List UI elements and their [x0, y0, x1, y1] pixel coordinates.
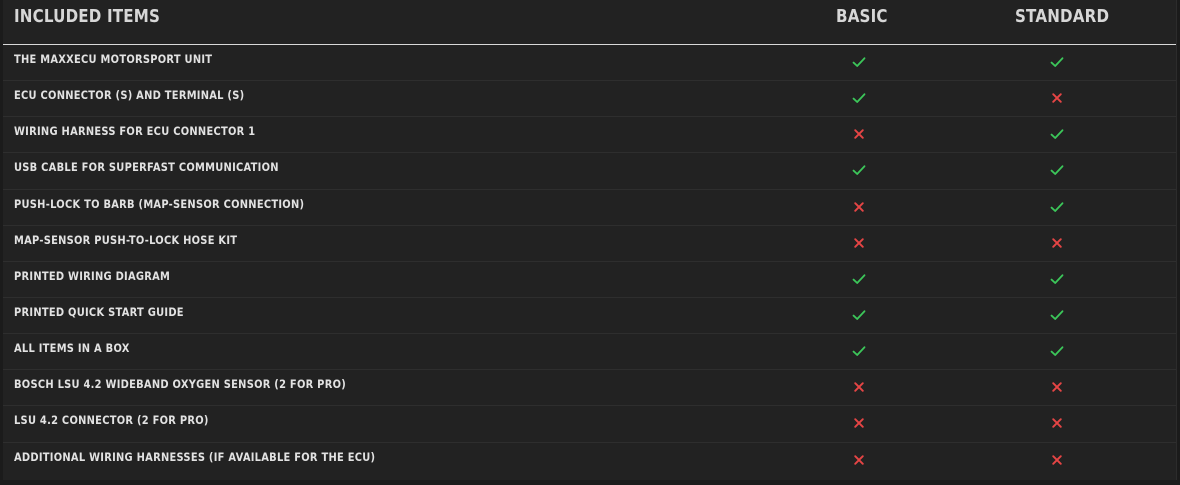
comparison-table: INCLUDED ITEMS BASIC STANDARD THE MAXXEC…	[3, 0, 1177, 480]
check-icon	[1049, 343, 1065, 359]
header-included-items: INCLUDED ITEMS	[14, 6, 161, 27]
table-row: PRINTED QUICK START GUIDE	[3, 298, 1176, 335]
row-label: PUSH-LOCK TO BARB (MAP-SENSOR CONNECTION…	[14, 196, 305, 211]
check-icon	[1049, 162, 1065, 178]
cross-icon	[851, 415, 867, 431]
table-row: PRINTED WIRING DIAGRAM	[3, 262, 1176, 298]
cross-icon	[851, 126, 867, 142]
check-icon	[1049, 307, 1065, 323]
check-icon	[851, 162, 867, 178]
table-row: USB CABLE FOR SUPERFAST COMMUNICATION	[3, 153, 1176, 190]
cross-icon	[1049, 90, 1065, 106]
check-icon	[1049, 199, 1065, 215]
check-icon	[851, 54, 867, 70]
table-row: BOSCH LSU 4.2 WIDEBAND OXYGEN SENSOR (2 …	[3, 370, 1176, 407]
header-basic: BASIC	[836, 6, 888, 27]
table-row: ALL ITEMS IN A BOX	[3, 334, 1176, 371]
check-icon	[851, 271, 867, 287]
check-icon	[1049, 271, 1065, 287]
check-icon	[1049, 54, 1065, 70]
cross-icon	[1049, 415, 1065, 431]
cross-icon	[851, 199, 867, 215]
cross-icon	[1049, 452, 1065, 468]
row-label: MAP-SENSOR PUSH-TO-LOCK HOSE KIT	[14, 232, 238, 247]
check-icon	[851, 343, 867, 359]
row-label: ALL ITEMS IN A BOX	[14, 341, 130, 356]
table-row: PUSH-LOCK TO BARB (MAP-SENSOR CONNECTION…	[3, 190, 1176, 226]
table-row: LSU 4.2 CONNECTOR (2 FOR PRO)	[3, 406, 1176, 443]
page: INCLUDED ITEMS BASIC STANDARD THE MAXXEC…	[0, 0, 1180, 485]
cross-icon	[1049, 235, 1065, 251]
row-label: THE MAXXECU MOTORSPORT UNIT	[14, 52, 213, 66]
row-label: USB CABLE FOR SUPERFAST COMMUNICATION	[14, 160, 279, 175]
cross-icon	[851, 235, 867, 251]
row-label: ADDITIONAL WIRING HARNESSES (IF AVAILABL…	[14, 449, 376, 464]
check-icon	[1049, 126, 1065, 142]
table-row: THE MAXXECU MOTORSPORT UNIT	[3, 45, 1176, 82]
cross-icon	[1049, 379, 1065, 395]
header-standard: STANDARD	[1015, 6, 1110, 27]
table-row: ADDITIONAL WIRING HARNESSES (IF AVAILABL…	[3, 443, 1176, 479]
table-row: MAP-SENSOR PUSH-TO-LOCK HOSE KIT	[3, 226, 1176, 262]
row-label: BOSCH LSU 4.2 WIDEBAND OXYGEN SENSOR (2 …	[14, 377, 347, 392]
table-row: WIRING HARNESS FOR ECU CONNECTOR 1	[3, 117, 1176, 154]
row-label: LSU 4.2 CONNECTOR (2 FOR PRO)	[14, 413, 209, 428]
check-icon	[851, 90, 867, 106]
cross-icon	[851, 452, 867, 468]
check-icon	[851, 307, 867, 323]
row-label: ECU CONNECTOR (S) AND TERMINAL (S)	[14, 88, 245, 103]
row-label: WIRING HARNESS FOR ECU CONNECTOR 1	[14, 124, 256, 139]
table-header: INCLUDED ITEMS BASIC STANDARD	[3, 0, 1176, 45]
table-body: THE MAXXECU MOTORSPORT UNIT ECU CONNECTOR…	[3, 45, 1176, 479]
table-row: ECU CONNECTOR (S) AND TERMINAL (S)	[3, 81, 1176, 118]
row-label: PRINTED WIRING DIAGRAM	[14, 268, 171, 283]
cross-icon	[851, 379, 867, 395]
row-label: PRINTED QUICK START GUIDE	[14, 304, 184, 319]
